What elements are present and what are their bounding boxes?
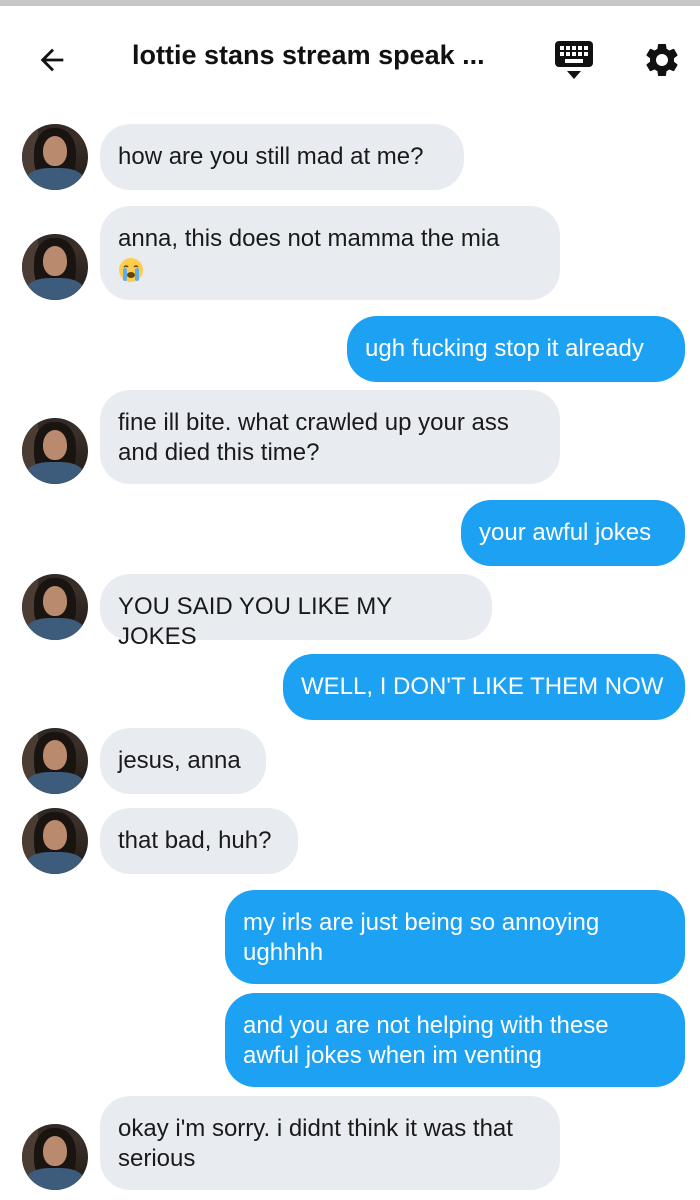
outgoing-message[interactable]: ugh fucking stop it already	[347, 316, 685, 382]
settings-button[interactable]	[636, 34, 688, 86]
avatar[interactable]	[22, 234, 88, 300]
keyboard-button[interactable]	[548, 34, 600, 86]
outgoing-message[interactable]: and you are not helping with these awful…	[225, 993, 685, 1087]
avatar[interactable]	[22, 124, 88, 190]
incoming-message[interactable]: anna, this does not mamma the mia	[100, 206, 560, 300]
outgoing-message[interactable]: your awful jokes	[461, 500, 685, 566]
back-arrow-icon	[40, 48, 64, 72]
avatar[interactable]	[22, 418, 88, 484]
avatar[interactable]	[22, 1124, 88, 1190]
incoming-message[interactable]: that bad, huh?	[100, 808, 298, 874]
incoming-message[interactable]: how are you still mad at me?	[100, 124, 464, 190]
chat-header: lottie stans stream speak ...	[0, 6, 700, 110]
back-button[interactable]	[28, 36, 76, 84]
chat-title: lottie stans stream speak ...	[132, 40, 485, 70]
outgoing-message[interactable]: WELL, I DON'T LIKE THEM NOW	[283, 654, 685, 720]
incoming-message[interactable]: jesus, anna	[100, 728, 266, 794]
incoming-message[interactable]: YOU SAID YOU LIKE MY JOKES	[100, 574, 492, 650]
avatar[interactable]	[22, 728, 88, 794]
keyboard-icon	[555, 41, 593, 79]
crying-face-icon	[119, 257, 143, 282]
gear-icon	[646, 43, 678, 76]
avatar[interactable]	[22, 808, 88, 874]
avatar[interactable]	[22, 574, 88, 640]
incoming-message[interactable]: okay i'm sorry. i didnt think it was tha…	[100, 1096, 560, 1190]
outgoing-message[interactable]: my irls are just being so annoying ughhh…	[225, 890, 685, 984]
incoming-message[interactable]: fine ill bite. what crawled up your ass …	[100, 390, 560, 484]
message-text: anna, this does not mamma the mia	[118, 225, 500, 252]
